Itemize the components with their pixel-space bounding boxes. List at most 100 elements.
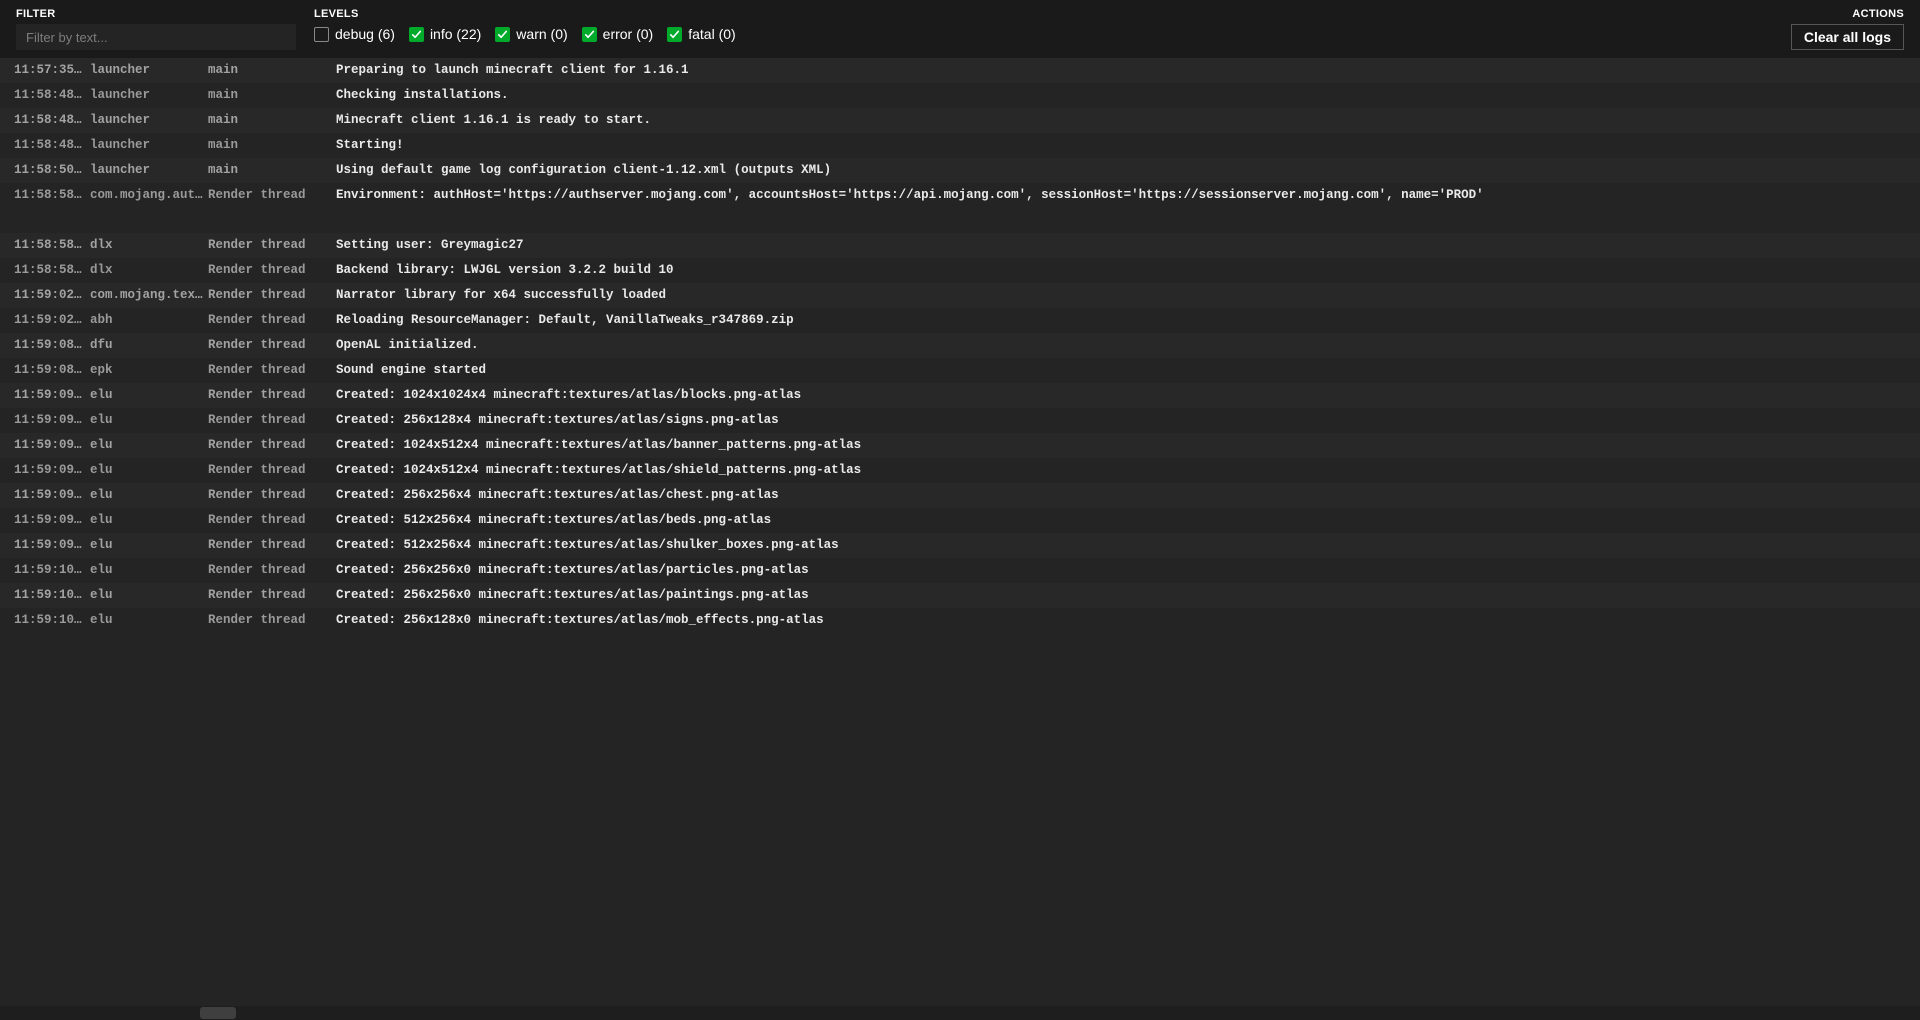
log-time: 11:59:09.334 (0, 508, 86, 533)
level-toggle-warn[interactable]: warn (0) (495, 26, 567, 42)
log-message: Created: 256x256x0 minecraft:textures/at… (334, 583, 1920, 608)
level-toggle-debug[interactable]: debug (6) (314, 26, 395, 42)
log-logger: elu (86, 583, 206, 608)
log-thread: Render thread (206, 308, 334, 333)
log-time: 11:59:09.216 (0, 383, 86, 408)
log-time: 11:59:08.804 (0, 333, 86, 358)
log-thread: Render thread (206, 283, 334, 308)
log-logger: launcher (86, 83, 206, 108)
log-row[interactable]: 11:58:58.061com.mojang.authlib.y…Render … (0, 183, 1920, 208)
log-message: Created: 1024x512x4 minecraft:textures/a… (334, 458, 1920, 483)
level-label: fatal (0) (688, 26, 735, 42)
checkbox-icon[interactable] (314, 27, 329, 42)
clear-logs-button[interactable]: Clear all logs (1791, 24, 1904, 50)
log-row[interactable]: 11:59:10.451eluRender threadCreated: 256… (0, 608, 1920, 633)
log-thread: Render thread (206, 383, 334, 408)
log-message: Created: 256x128x4 minecraft:textures/at… (334, 408, 1920, 433)
log-row[interactable]: 11:59:08.804dfuRender threadOpenAL initi… (0, 333, 1920, 358)
log-row[interactable]: 11:58:48.662launchermainChecking install… (0, 83, 1920, 108)
log-thread: main (206, 108, 334, 133)
checkbox-icon[interactable] (667, 27, 682, 42)
log-message: Checking installations. (334, 83, 1920, 108)
log-thread: Render thread (206, 333, 334, 358)
log-message: Minecraft client 1.16.1 is ready to star… (334, 108, 1920, 133)
log-row[interactable]: 11:59:08.826epkRender threadSound engine… (0, 358, 1920, 383)
scrollbar-thumb[interactable] (200, 1007, 236, 1019)
log-row[interactable]: 11:58:48.663launchermainMinecraft client… (0, 108, 1920, 133)
log-row[interactable]: 11:59:09.335eluRender threadCreated: 512… (0, 533, 1920, 558)
log-logger: launcher (86, 158, 206, 183)
log-time: 11:59:10.451 (0, 608, 86, 633)
log-row[interactable]: 11:59:09.329eluRender threadCreated: 102… (0, 433, 1920, 458)
level-label: info (22) (430, 26, 481, 42)
log-logger: abh (86, 308, 206, 333)
log-row[interactable]: 11:57:35.619launchermainPreparing to lau… (0, 58, 1920, 83)
log-thread: Render thread (206, 533, 334, 558)
log-logger: launcher (86, 133, 206, 158)
log-logger: elu (86, 408, 206, 433)
log-row[interactable]: 11:58:58.550dlxRender threadBackend libr… (0, 258, 1920, 283)
log-thread: Render thread (206, 608, 334, 633)
log-time: 11:58:58.550 (0, 258, 86, 283)
log-logger: elu (86, 433, 206, 458)
log-message: Created: 1024x512x4 minecraft:textures/a… (334, 433, 1920, 458)
checkbox-icon[interactable] (495, 27, 510, 42)
actions-section-label: ACTIONS (1852, 8, 1904, 20)
log-row[interactable]: 11:59:10.450eluRender threadCreated: 256… (0, 583, 1920, 608)
log-row[interactable]: 11:59:09.330eluRender threadCreated: 102… (0, 458, 1920, 483)
checkbox-icon[interactable] (409, 27, 424, 42)
log-row[interactable]: 11:59:02.454com.mojang.text2spee…Render … (0, 283, 1920, 308)
log-message: Reloading ResourceManager: Default, Vani… (334, 308, 1920, 333)
levels-section-label: LEVELS (314, 8, 736, 20)
level-toggle-info[interactable]: info (22) (409, 26, 481, 42)
log-time: 11:59:09.335 (0, 533, 86, 558)
log-logger: elu (86, 608, 206, 633)
log-message: Preparing to launch minecraft client for… (334, 58, 1920, 83)
log-time: 11:59:10.450 (0, 583, 86, 608)
log-logger: elu (86, 558, 206, 583)
log-time: 11:59:09.329 (0, 433, 86, 458)
log-message: Created: 256x256x0 minecraft:textures/at… (334, 558, 1920, 583)
log-time: 11:59:02.454 (0, 283, 86, 308)
log-time: 11:58:58.061 (0, 183, 86, 208)
log-row[interactable]: 11:58:48.664launchermainStarting! (0, 133, 1920, 158)
horizontal-scrollbar[interactable] (0, 1006, 1920, 1020)
log-thread: Render thread (206, 458, 334, 483)
log-time: 11:58:48.664 (0, 133, 86, 158)
log-time: 11:59:02.649 (0, 308, 86, 333)
log-thread: Render thread (206, 433, 334, 458)
log-row[interactable]: 11:59:10.448eluRender threadCreated: 256… (0, 558, 1920, 583)
log-message: Created: 256x256x4 minecraft:textures/at… (334, 483, 1920, 508)
log-row[interactable]: 11:59:09.328eluRender threadCreated: 256… (0, 408, 1920, 433)
log-row[interactable]: 11:59:09.333eluRender threadCreated: 256… (0, 483, 1920, 508)
log-row[interactable]: 11:58:50.585launchermainUsing default ga… (0, 158, 1920, 183)
log-logger: launcher (86, 108, 206, 133)
log-time: 11:59:10.448 (0, 558, 86, 583)
level-toggle-error[interactable]: error (0) (582, 26, 654, 42)
level-toggle-fatal[interactable]: fatal (0) (667, 26, 735, 42)
log-message: Setting user: Greymagic27 (334, 233, 1920, 258)
log-row[interactable]: 11:59:09.216eluRender threadCreated: 102… (0, 383, 1920, 408)
log-row[interactable]: 11:58:58.105dlxRender threadSetting user… (0, 233, 1920, 258)
log-row[interactable]: 11:59:09.334eluRender threadCreated: 512… (0, 508, 1920, 533)
log-table: 11:57:35.619launchermainPreparing to lau… (0, 58, 1920, 633)
log-logger: com.mojang.text2spee… (86, 283, 206, 308)
log-thread: Render thread (206, 483, 334, 508)
log-message: Backend library: LWJGL version 3.2.2 bui… (334, 258, 1920, 283)
log-row[interactable]: 11:59:02.649abhRender threadReloading Re… (0, 308, 1920, 333)
log-thread: Render thread (206, 508, 334, 533)
filter-section-label: FILTER (16, 8, 306, 20)
log-logger: launcher (86, 58, 206, 83)
log-message: Narrator library for x64 successfully lo… (334, 283, 1920, 308)
log-message: OpenAL initialized. (334, 333, 1920, 358)
log-time: 11:59:08.826 (0, 358, 86, 383)
log-thread: Render thread (206, 558, 334, 583)
log-thread: Render thread (206, 233, 334, 258)
log-message: Environment: authHost='https://authserve… (334, 183, 1920, 208)
checkbox-icon[interactable] (582, 27, 597, 42)
filter-input[interactable] (16, 24, 296, 50)
log-logger: dlx (86, 258, 206, 283)
log-thread: main (206, 58, 334, 83)
log-message: Sound engine started (334, 358, 1920, 383)
log-time: 11:57:35.619 (0, 58, 86, 83)
